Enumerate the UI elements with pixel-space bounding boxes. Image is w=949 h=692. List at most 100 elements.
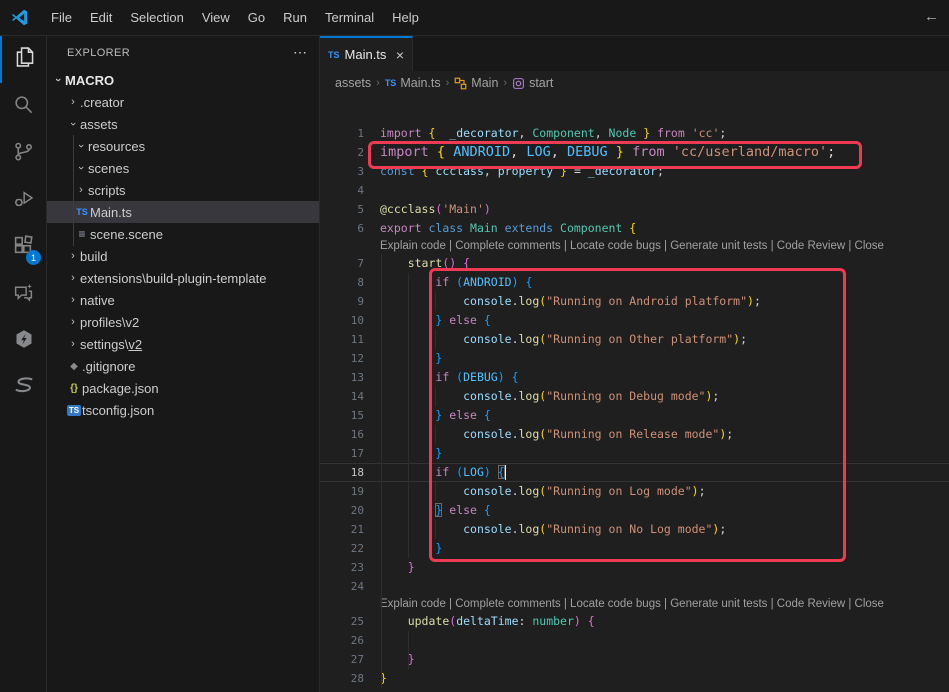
code-line-3[interactable]: 3const { ccclass, property } = _decorato… (320, 162, 949, 181)
tree-item-profiles-v2[interactable]: ›profiles\v2 (47, 311, 319, 333)
tree-item-extensions-build-plugin-template[interactable]: ›extensions\build-plugin-template (47, 267, 319, 289)
tab-bar: TS Main.ts × (320, 36, 949, 71)
code-line-18[interactable]: 18 if (LOG) { (320, 463, 949, 482)
menu-file[interactable]: File (42, 6, 81, 29)
code-line-6[interactable]: 6export class Main extends Component { (320, 219, 949, 238)
activity-source-control[interactable] (0, 130, 47, 177)
code-line-1[interactable]: 1import { _decorator, Component, Node } … (320, 124, 949, 143)
close-icon[interactable]: × (396, 47, 404, 63)
ts-text-file-icon: TS (74, 207, 90, 217)
activity-chat[interactable] (0, 271, 47, 318)
tree-item-scene-scene[interactable]: ≡scene.scene (47, 223, 319, 245)
title-bar: File Edit Selection View Go Run Terminal… (0, 0, 949, 36)
search-icon (13, 94, 34, 120)
explorer-header: EXPLORER ⋯ (47, 36, 319, 69)
code-line-9[interactable]: 9 console.log("Running on Android platfo… (320, 292, 949, 311)
code-line-22[interactable]: 22 } (320, 539, 949, 558)
tree-item-creator[interactable]: ›.creator (47, 91, 319, 113)
chevron-down-icon: › (75, 161, 87, 175)
code-line-20[interactable]: 20 } else { (320, 501, 949, 520)
code-line-12[interactable]: 12 } (320, 349, 949, 368)
tree-indent-guide (73, 135, 74, 246)
code-text: } else { (380, 501, 491, 520)
chevron-right-icon: › (66, 250, 80, 262)
tree-item-settings[interactable]: ›settings\v2 (47, 333, 319, 355)
tree-item-gitignore[interactable]: ◆.gitignore (47, 355, 319, 377)
code-line-17[interactable]: 17 } (320, 444, 949, 463)
navigate-back-icon[interactable]: ← (924, 8, 939, 25)
tab-main-ts[interactable]: TS Main.ts × (320, 36, 413, 71)
breadcrumb-start-method[interactable]: start (512, 76, 553, 90)
code-text: console.log("Running on Release mode"); (380, 425, 733, 444)
activity-explorer[interactable] (0, 36, 47, 83)
code-line-14[interactable]: 14 console.log("Running on Debug mode"); (320, 387, 949, 406)
code-line-10[interactable]: 10 } else { (320, 311, 949, 330)
activity-bar: 1 (0, 36, 47, 692)
tree-item-label: tsconfig.json (82, 403, 154, 418)
list-file-icon: ≡ (74, 227, 90, 241)
line-number: 13 (320, 371, 364, 384)
code-line-25[interactable]: 25 update(deltaTime: number) { (320, 612, 949, 631)
menu-selection[interactable]: Selection (121, 6, 192, 29)
line-number: 15 (320, 409, 364, 422)
breadcrumb-main-class[interactable]: Main (454, 76, 498, 90)
line-number: 20 (320, 504, 364, 517)
activity-hexagon-extension[interactable] (0, 318, 47, 365)
menu-terminal[interactable]: Terminal (316, 6, 383, 29)
tree-item-label: settings\ (80, 337, 128, 352)
tree-item-macro[interactable]: ›MACRO (47, 69, 319, 91)
tree-item-build[interactable]: ›build (47, 245, 319, 267)
code-line-27[interactable]: 27 } (320, 650, 949, 669)
code-text: } (380, 650, 415, 669)
codelens-actions[interactable]: Explain code | Complete comments | Locat… (380, 240, 884, 252)
codelens-actions[interactable]: Explain code | Complete comments | Locat… (380, 598, 884, 610)
tree-item-label: extensions\build-plugin-template (80, 271, 266, 286)
tree-item-label: .creator (80, 95, 124, 110)
breadcrumb-separator: › (446, 77, 450, 89)
breadcrumb-main-ts[interactable]: TS Main.ts (385, 76, 441, 90)
code-line-2[interactable]: 2import { ANDROID, LOG, DEBUG } from 'cc… (320, 143, 949, 162)
activity-s-extension[interactable] (0, 365, 47, 412)
tree-item-package-json[interactable]: {}package.json (47, 377, 319, 399)
code-line-4[interactable]: 4 (320, 181, 949, 200)
activity-run-debug[interactable] (0, 177, 47, 224)
activity-search[interactable] (0, 83, 47, 130)
code-line-7[interactable]: 7 start() { (320, 254, 949, 273)
tree-item-tsconfig-json[interactable]: TStsconfig.json (47, 399, 319, 421)
code-line-15[interactable]: 15 } else { (320, 406, 949, 425)
menu-go[interactable]: Go (239, 6, 274, 29)
code-line-24[interactable]: 24 (320, 577, 949, 596)
typescript-file-icon: TS (385, 78, 397, 88)
code-line-8[interactable]: 8 if (ANDROID) { (320, 273, 949, 292)
menu-view[interactable]: View (193, 6, 239, 29)
menu-help[interactable]: Help (383, 6, 428, 29)
text-cursor (505, 465, 507, 480)
code-line-28[interactable]: 28} (320, 669, 949, 688)
line-number: 27 (320, 653, 364, 666)
line-number: 7 (320, 257, 364, 270)
tree-item-scenes[interactable]: ›scenes (47, 157, 319, 179)
braces-file-icon: {} (66, 383, 82, 394)
line-number: 19 (320, 485, 364, 498)
code-line-26[interactable]: 26 (320, 631, 949, 650)
tree-item-resources[interactable]: ›resources (47, 135, 319, 157)
activity-extensions[interactable]: 1 (0, 224, 47, 271)
code-line-11[interactable]: 11 console.log("Running on Other platfor… (320, 330, 949, 349)
tree-item-assets[interactable]: ›assets (47, 113, 319, 135)
code-text: export class Main extends Component { (380, 219, 636, 238)
code-text: } else { (380, 311, 491, 330)
git-file-icon: ◆ (66, 361, 82, 372)
menu-edit[interactable]: Edit (81, 6, 121, 29)
breadcrumb-assets[interactable]: assets (335, 76, 371, 90)
more-actions-icon[interactable]: ⋯ (293, 44, 307, 61)
code-line-19[interactable]: 19 console.log("Running on Log mode"); (320, 482, 949, 501)
menu-run[interactable]: Run (274, 6, 316, 29)
code-line-23[interactable]: 23 } (320, 558, 949, 577)
tree-item-main-ts[interactable]: TSMain.ts (47, 201, 319, 223)
code-line-13[interactable]: 13 if (DEBUG) { (320, 368, 949, 387)
code-line-21[interactable]: 21 console.log("Running on No Log mode")… (320, 520, 949, 539)
code-line-16[interactable]: 16 console.log("Running on Release mode"… (320, 425, 949, 444)
code-line-5[interactable]: 5@ccclass('Main') (320, 200, 949, 219)
tree-item-scripts[interactable]: ›scripts (47, 179, 319, 201)
tree-item-native[interactable]: ›native (47, 289, 319, 311)
